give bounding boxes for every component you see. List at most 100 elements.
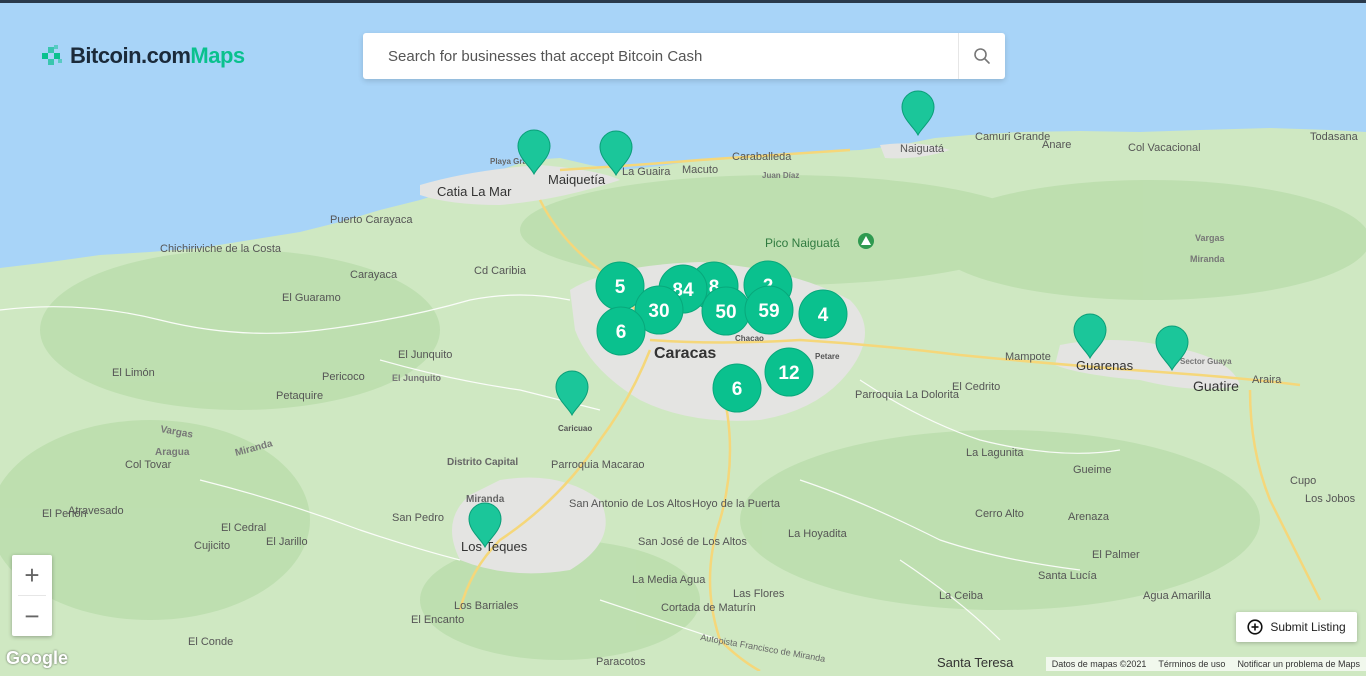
label-catia-la-mar: Catia La Mar bbox=[437, 184, 512, 199]
label-aragua: Aragua bbox=[155, 447, 190, 458]
plus-circle-icon bbox=[1247, 619, 1263, 635]
label-el-junquito-zone: El Junquito bbox=[392, 373, 441, 383]
label-san-jose: San José de Los Altos bbox=[638, 536, 747, 548]
brand-name: Bitcoin.com bbox=[70, 43, 191, 68]
label-chacao: Chacao bbox=[735, 334, 764, 343]
svg-text:50: 50 bbox=[715, 302, 736, 323]
map-svg[interactable]: Playa Grande Maiquetía La Guaira Macuto … bbox=[0, 0, 1366, 673]
label-cd-caribia: Cd Caribia bbox=[474, 265, 527, 277]
top-border bbox=[0, 0, 1366, 3]
brand-logo[interactable]: Bitcoin.com Maps bbox=[42, 43, 245, 69]
label-los-jobos: Los Jobos bbox=[1305, 493, 1356, 505]
label-chichiriviche: Chichiriviche de la Costa bbox=[160, 243, 282, 255]
cluster-marker[interactable]: 59 bbox=[744, 285, 794, 335]
search-bar bbox=[363, 32, 1005, 80]
label-agua-amarilla: Agua Amarilla bbox=[1143, 590, 1212, 602]
search-input[interactable] bbox=[363, 32, 958, 80]
cluster-marker[interactable]: 12 bbox=[764, 347, 814, 397]
label-juan-diaz: Juan Díaz bbox=[762, 171, 799, 180]
svg-text:12: 12 bbox=[778, 363, 799, 384]
label-la-hoyadita: La Hoyadita bbox=[788, 528, 848, 540]
label-petare: Petare bbox=[815, 352, 840, 361]
map-canvas[interactable]: Playa Grande Maiquetía La Guaira Macuto … bbox=[0, 0, 1366, 673]
label-la-lagunita: La Lagunita bbox=[966, 447, 1024, 459]
label-el-penon: El Penon bbox=[42, 508, 87, 520]
label-santa-teresa: Santa Teresa bbox=[937, 655, 1014, 670]
label-carayaca: Carayaca bbox=[350, 269, 398, 281]
label-el-conde: El Conde bbox=[188, 636, 233, 648]
zoom-in-button[interactable]: + bbox=[12, 555, 52, 595]
label-cerro-alto: Cerro Alto bbox=[975, 508, 1024, 520]
cluster-marker[interactable]: 50 bbox=[701, 286, 751, 336]
label-col-vacacional: Col Vacacional bbox=[1128, 142, 1201, 154]
label-guarenas: Guarenas bbox=[1076, 358, 1134, 373]
label-el-jarillo: El Jarillo bbox=[266, 536, 308, 548]
svg-text:6: 6 bbox=[616, 322, 627, 343]
label-todasana: Todasana bbox=[1310, 131, 1359, 143]
label-hoyo-de-la-puerta: Hoyo de la Puerta bbox=[692, 498, 781, 510]
svg-text:6: 6 bbox=[732, 379, 743, 400]
label-guatire: Guatire bbox=[1193, 378, 1239, 394]
label-las-flores: Las Flores bbox=[733, 588, 785, 600]
search-icon bbox=[974, 48, 990, 64]
cluster-marker[interactable]: 6 bbox=[712, 363, 762, 413]
label-el-palmer: El Palmer bbox=[1092, 549, 1140, 561]
submit-listing-button[interactable]: Submit Listing bbox=[1236, 612, 1357, 642]
label-arenaza: Arenaza bbox=[1068, 511, 1110, 523]
label-caraballeda: Caraballeda bbox=[732, 151, 792, 163]
label-cupo: Cupo bbox=[1290, 475, 1316, 487]
label-el-limon: El Limón bbox=[112, 367, 155, 379]
label-el-cedrito: El Cedrito bbox=[952, 381, 1000, 393]
terms-link[interactable]: Términos de uso bbox=[1158, 659, 1225, 669]
label-distrito-capital: Distrito Capital bbox=[447, 457, 518, 468]
label-caricuao: Caricuao bbox=[558, 424, 592, 433]
label-san-pedro: San Pedro bbox=[392, 512, 444, 524]
cluster-marker[interactable]: 6 bbox=[596, 306, 646, 356]
brand-name-accent: Maps bbox=[190, 43, 245, 68]
label-paracotos: Paracotos bbox=[596, 656, 646, 668]
svg-text:30: 30 bbox=[648, 301, 669, 322]
label-la-ceiba: La Ceiba bbox=[939, 590, 984, 602]
label-san-antonio: San Antonio de Los Altos bbox=[569, 498, 692, 510]
label-pericoco: Pericoco bbox=[322, 371, 365, 383]
svg-text:59: 59 bbox=[758, 301, 779, 322]
label-petaquire: Petaquire bbox=[276, 390, 323, 402]
submit-listing-label: Submit Listing bbox=[1270, 620, 1346, 634]
label-parroquia-macarao: Parroquia Macarao bbox=[551, 459, 645, 471]
label-cortada-maturin: Cortada de Maturín bbox=[661, 602, 756, 614]
label-el-cedral: El Cedral bbox=[221, 522, 266, 534]
google-logo[interactable]: Google bbox=[6, 648, 68, 669]
cluster-marker[interactable]: 4 bbox=[798, 289, 848, 339]
label-los-teques: Los Teques bbox=[461, 539, 528, 554]
label-cujicito: Cujicito bbox=[194, 540, 230, 552]
report-problem-link[interactable]: Notificar un problema de Maps bbox=[1237, 659, 1360, 669]
label-el-encanto: El Encanto bbox=[411, 614, 464, 626]
label-santa-lucia: Santa Lucía bbox=[1038, 570, 1098, 582]
label-la-guaira: La Guaira bbox=[622, 166, 671, 178]
label-araira: Araira bbox=[1252, 374, 1282, 386]
map-data-credit: Datos de mapas ©2021 bbox=[1051, 659, 1147, 669]
label-los-barriales: Los Barriales bbox=[454, 600, 519, 612]
zoom-out-button[interactable]: − bbox=[12, 596, 52, 636]
label-pico-naiguata: Pico Naiguatá bbox=[765, 236, 840, 250]
search-button[interactable] bbox=[958, 33, 1005, 79]
label-naiguata: Naiguatá bbox=[900, 143, 945, 155]
label-anare: Anare bbox=[1042, 139, 1071, 151]
label-gueime: Gueime bbox=[1073, 464, 1112, 476]
label-macuto: Macuto bbox=[682, 164, 718, 176]
label-puerto-carayaca: Puerto Carayaca bbox=[330, 214, 413, 226]
svg-text:5: 5 bbox=[615, 277, 626, 298]
label-camuri-grande: Camuri Grande bbox=[975, 131, 1050, 143]
label-col-tovar: Col Tovar bbox=[125, 459, 172, 471]
label-la-dolorita: Parroquia La Dolorita bbox=[855, 389, 960, 401]
mountain-peak-icon[interactable] bbox=[858, 233, 874, 249]
zoom-control: + − bbox=[12, 555, 52, 636]
label-sector-guaya: Sector Guaya bbox=[1180, 357, 1232, 366]
label-la-media-agua: La Media Agua bbox=[632, 574, 706, 586]
label-el-guaramo: El Guaramo bbox=[282, 292, 341, 304]
label-vargas-east: Vargas bbox=[1195, 233, 1225, 243]
label-mampote: Mampote bbox=[1005, 351, 1051, 363]
map-attribution: Datos de mapas ©2021 Términos de uso Not… bbox=[1045, 657, 1366, 671]
svg-text:4: 4 bbox=[818, 305, 829, 326]
label-miranda-east: Miranda bbox=[1190, 254, 1226, 264]
